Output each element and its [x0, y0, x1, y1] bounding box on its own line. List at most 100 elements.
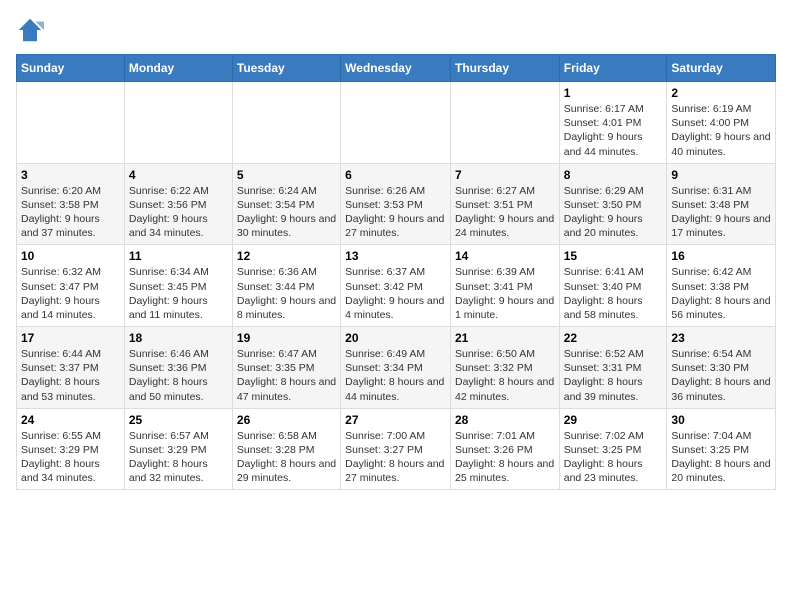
day-number: 8 — [564, 168, 663, 182]
calendar-cell: 29Sunrise: 7:02 AMSunset: 3:25 PMDayligh… — [559, 408, 667, 490]
day-info: Sunrise: 6:58 AMSunset: 3:28 PMDaylight:… — [237, 429, 336, 486]
day-info: Sunrise: 6:41 AMSunset: 3:40 PMDaylight:… — [564, 265, 663, 322]
calendar-table: SundayMondayTuesdayWednesdayThursdayFrid… — [16, 54, 776, 490]
weekday-header: Thursday — [450, 55, 559, 82]
day-number: 7 — [455, 168, 555, 182]
calendar-cell: 6 Sunrise: 6:26 AMSunset: 3:53 PMDaylight… — [341, 163, 451, 245]
weekday-header: Tuesday — [232, 55, 340, 82]
calendar-cell: 27 Sunrise: 7:00 AMSunset: 3:27 PMDayligh… — [341, 408, 451, 490]
day-info: Sunrise: 6:22 AMSunset: 3:56 PMDaylight:… — [129, 184, 228, 241]
day-info: Sunrise: 6:49 AMSunset: 3:34 PMDaylight:… — [345, 347, 446, 404]
day-number: 9 — [671, 168, 771, 182]
calendar-cell: 16 Sunrise: 6:42 AMSunset: 3:38 PMDayligh… — [667, 245, 776, 327]
calendar-cell: 13 Sunrise: 6:37 AMSunset: 3:42 PMDayligh… — [341, 245, 451, 327]
day-number: 1 — [564, 86, 663, 100]
calendar-week-row: 3 Sunrise: 6:20 AMSunset: 3:58 PMDaylight… — [17, 163, 776, 245]
calendar-cell: 23Sunrise: 6:54 AMSunset: 3:30 PMDayligh… — [667, 327, 776, 409]
calendar-cell — [450, 82, 559, 164]
calendar-cell — [17, 82, 125, 164]
day-number: 3 — [21, 168, 120, 182]
day-number: 4 — [129, 168, 228, 182]
calendar-cell: 3 Sunrise: 6:20 AMSunset: 3:58 PMDaylight… — [17, 163, 125, 245]
day-number: 20 — [345, 331, 446, 345]
day-info: Sunrise: 6:37 AMSunset: 3:42 PMDaylight:… — [345, 265, 446, 322]
day-number: 2 — [671, 86, 771, 100]
day-info: Sunrise: 6:47 AMSunset: 3:35 PMDaylight:… — [237, 347, 336, 404]
day-number: 14 — [455, 249, 555, 263]
weekday-header: Monday — [124, 55, 232, 82]
day-number: 23 — [671, 331, 771, 345]
day-info: Sunrise: 6:20 AMSunset: 3:58 PMDaylight:… — [21, 184, 120, 241]
day-number: 17 — [21, 331, 120, 345]
day-number: 16 — [671, 249, 771, 263]
calendar-cell: 8 Sunrise: 6:29 AMSunset: 3:50 PMDaylight… — [559, 163, 667, 245]
logo-icon — [16, 16, 44, 44]
day-number: 12 — [237, 249, 336, 263]
day-info: Sunrise: 6:42 AMSunset: 3:38 PMDaylight:… — [671, 265, 771, 322]
calendar-cell: 25 Sunrise: 6:57 AMSunset: 3:29 PMDayligh… — [124, 408, 232, 490]
weekday-header: Sunday — [17, 55, 125, 82]
day-number: 18 — [129, 331, 228, 345]
calendar-week-row: 1 Sunrise: 6:17 AMSunset: 4:01 PMDaylight… — [17, 82, 776, 164]
calendar-cell: 22 Sunrise: 6:52 AMSunset: 3:31 PMDayligh… — [559, 327, 667, 409]
weekday-header: Saturday — [667, 55, 776, 82]
day-info: Sunrise: 6:55 AMSunset: 3:29 PMDaylight:… — [21, 429, 120, 486]
day-info: Sunrise: 6:39 AMSunset: 3:41 PMDaylight:… — [455, 265, 555, 322]
day-info: Sunrise: 6:52 AMSunset: 3:31 PMDaylight:… — [564, 347, 663, 404]
day-info: Sunrise: 6:19 AMSunset: 4:00 PMDaylight:… — [671, 102, 771, 159]
calendar-week-row: 24 Sunrise: 6:55 AMSunset: 3:29 PMDayligh… — [17, 408, 776, 490]
calendar-cell: 11 Sunrise: 6:34 AMSunset: 3:45 PMDayligh… — [124, 245, 232, 327]
calendar-cell: 4 Sunrise: 6:22 AMSunset: 3:56 PMDaylight… — [124, 163, 232, 245]
day-number: 10 — [21, 249, 120, 263]
day-number: 13 — [345, 249, 446, 263]
day-info: Sunrise: 6:31 AMSunset: 3:48 PMDaylight:… — [671, 184, 771, 241]
day-number: 22 — [564, 331, 663, 345]
day-number: 25 — [129, 413, 228, 427]
day-info: Sunrise: 6:29 AMSunset: 3:50 PMDaylight:… — [564, 184, 663, 241]
day-number: 6 — [345, 168, 446, 182]
day-number: 29 — [564, 413, 663, 427]
calendar-cell: 26 Sunrise: 6:58 AMSunset: 3:28 PMDayligh… — [232, 408, 340, 490]
day-info: Sunrise: 6:36 AMSunset: 3:44 PMDaylight:… — [237, 265, 336, 322]
calendar-cell: 10Sunrise: 6:32 AMSunset: 3:47 PMDayligh… — [17, 245, 125, 327]
calendar-cell: 5 Sunrise: 6:24 AMSunset: 3:54 PMDaylight… — [232, 163, 340, 245]
day-number: 15 — [564, 249, 663, 263]
calendar-cell: 2 Sunrise: 6:19 AMSunset: 4:00 PMDaylight… — [667, 82, 776, 164]
calendar-cell — [124, 82, 232, 164]
logo — [16, 16, 48, 44]
day-info: Sunrise: 6:57 AMSunset: 3:29 PMDaylight:… — [129, 429, 228, 486]
day-info: Sunrise: 6:46 AMSunset: 3:36 PMDaylight:… — [129, 347, 228, 404]
day-number: 30 — [671, 413, 771, 427]
calendar-cell: 17Sunrise: 6:44 AMSunset: 3:37 PMDayligh… — [17, 327, 125, 409]
day-number: 21 — [455, 331, 555, 345]
day-number: 19 — [237, 331, 336, 345]
calendar-cell: 19 Sunrise: 6:47 AMSunset: 3:35 PMDayligh… — [232, 327, 340, 409]
calendar-header-row: SundayMondayTuesdayWednesdayThursdayFrid… — [17, 55, 776, 82]
day-number: 11 — [129, 249, 228, 263]
day-number: 27 — [345, 413, 446, 427]
day-number: 26 — [237, 413, 336, 427]
calendar-cell: 28 Sunrise: 7:01 AMSunset: 3:26 PMDayligh… — [450, 408, 559, 490]
day-number: 28 — [455, 413, 555, 427]
day-info: Sunrise: 7:01 AMSunset: 3:26 PMDaylight:… — [455, 429, 555, 486]
calendar-week-row: 10Sunrise: 6:32 AMSunset: 3:47 PMDayligh… — [17, 245, 776, 327]
calendar-cell: 18 Sunrise: 6:46 AMSunset: 3:36 PMDayligh… — [124, 327, 232, 409]
day-info: Sunrise: 6:24 AMSunset: 3:54 PMDaylight:… — [237, 184, 336, 241]
day-info: Sunrise: 7:04 AMSunset: 3:25 PMDaylight:… — [671, 429, 771, 486]
calendar-week-row: 17Sunrise: 6:44 AMSunset: 3:37 PMDayligh… — [17, 327, 776, 409]
day-info: Sunrise: 7:00 AMSunset: 3:27 PMDaylight:… — [345, 429, 446, 486]
day-number: 24 — [21, 413, 120, 427]
weekday-header: Wednesday — [341, 55, 451, 82]
day-info: Sunrise: 6:26 AMSunset: 3:53 PMDaylight:… — [345, 184, 446, 241]
day-info: Sunrise: 6:50 AMSunset: 3:32 PMDaylight:… — [455, 347, 555, 404]
calendar-cell: 24 Sunrise: 6:55 AMSunset: 3:29 PMDayligh… — [17, 408, 125, 490]
calendar-cell: 30 Sunrise: 7:04 AMSunset: 3:25 PMDayligh… — [667, 408, 776, 490]
calendar-cell: 21 Sunrise: 6:50 AMSunset: 3:32 PMDayligh… — [450, 327, 559, 409]
day-info: Sunrise: 6:34 AMSunset: 3:45 PMDaylight:… — [129, 265, 228, 322]
day-number: 5 — [237, 168, 336, 182]
day-info: Sunrise: 6:27 AMSunset: 3:51 PMDaylight:… — [455, 184, 555, 241]
calendar-cell: 20 Sunrise: 6:49 AMSunset: 3:34 PMDayligh… — [341, 327, 451, 409]
page-header — [16, 16, 776, 44]
calendar-cell: 14 Sunrise: 6:39 AMSunset: 3:41 PMDayligh… — [450, 245, 559, 327]
day-info: Sunrise: 6:17 AMSunset: 4:01 PMDaylight:… — [564, 102, 663, 159]
